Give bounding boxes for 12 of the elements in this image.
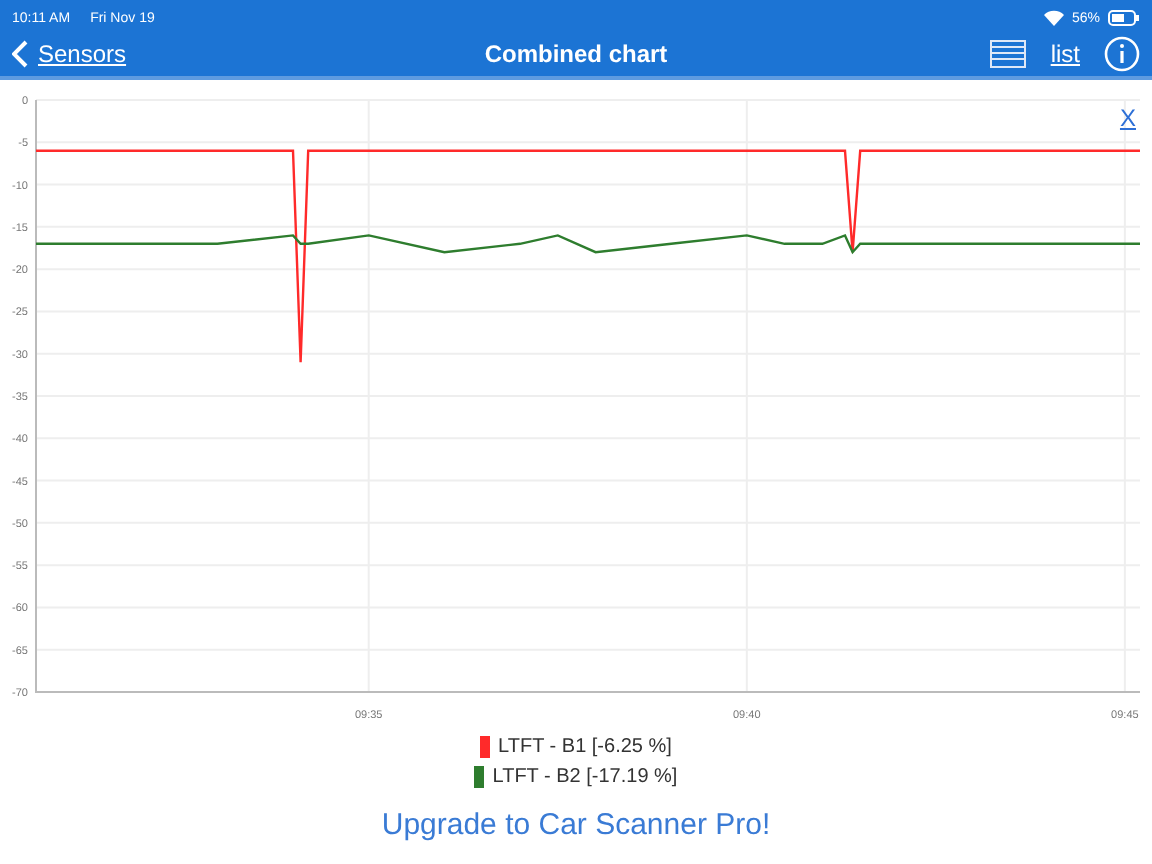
screen-title: Combined chart xyxy=(482,40,670,68)
battery-icon xyxy=(1108,10,1140,26)
list-icon[interactable] xyxy=(990,40,1027,68)
close-link[interactable]: X xyxy=(1119,104,1136,132)
info-icon[interactable] xyxy=(1104,36,1140,72)
back-link[interactable]: Sensors xyxy=(12,40,292,68)
legend-label: LTFT - B2 [-17.19 %] xyxy=(492,766,678,788)
chevron-left-icon xyxy=(12,40,28,68)
wifi-icon xyxy=(1043,10,1064,26)
upgrade-link[interactable]: Upgrade to Car Scanner Pro! xyxy=(381,808,771,842)
list-link[interactable]: list xyxy=(1050,40,1080,68)
legend-label: LTFT - B1 [-6.25 %] xyxy=(498,736,672,758)
